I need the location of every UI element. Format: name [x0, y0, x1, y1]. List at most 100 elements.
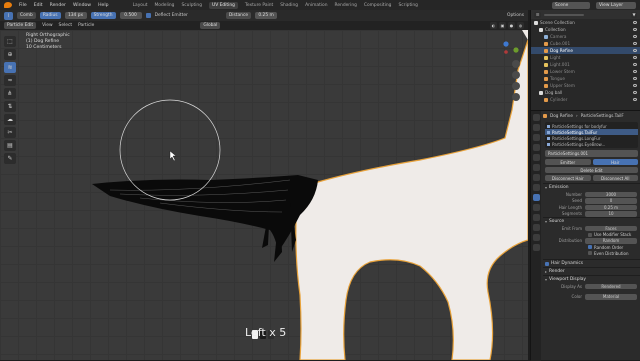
object-tab-icon[interactable]: [532, 174, 540, 181]
workspace-tab-layout[interactable]: Layout: [133, 3, 148, 8]
outliner-row[interactable]: Upper Stem: [531, 82, 640, 89]
viewport-display-section-header[interactable]: ▾ Viewport Display: [543, 275, 640, 283]
options-dropdown[interactable]: Options: [507, 13, 524, 18]
visibility-eye-icon[interactable]: [633, 77, 637, 80]
view-layer-tab-icon[interactable]: [532, 144, 540, 151]
distance-field[interactable]: 0.25 m: [255, 12, 278, 19]
add-brush-icon[interactable]: ⋔: [4, 88, 16, 99]
outliner-editor-icon[interactable]: ☰: [534, 11, 541, 18]
color-dropdown[interactable]: Material: [585, 294, 637, 300]
menu-help[interactable]: Help: [98, 3, 108, 8]
deflect-emitter-checkbox[interactable]: [145, 13, 151, 18]
cursor-tool-icon[interactable]: ⊕: [4, 49, 16, 60]
outliner-search-input[interactable]: [544, 13, 584, 16]
workspace-tab-shading[interactable]: Shading: [280, 3, 298, 8]
random-order-checkbox[interactable]: [588, 245, 592, 249]
strength-field[interactable]: 0.500: [119, 12, 142, 19]
outliner-row[interactable]: Dog Refine: [531, 47, 640, 54]
particle-settings-datablock[interactable]: ParticleSettings.001: [545, 150, 638, 157]
use-modifier-stack-checkbox[interactable]: [588, 232, 592, 237]
workspace-tab-scripting[interactable]: Scripting: [398, 3, 418, 8]
visibility-eye-icon[interactable]: [633, 70, 637, 73]
annotate-tool-icon[interactable]: ✎: [4, 153, 16, 164]
workspace-tab-texture-paint[interactable]: Texture Paint: [245, 3, 273, 8]
emission-field-value[interactable]: 3000: [585, 191, 637, 197]
cut-brush-icon[interactable]: ✂: [4, 127, 16, 138]
workspace-tab-modeling[interactable]: Modeling: [155, 3, 175, 8]
material-shading-icon[interactable]: ◍: [517, 22, 524, 29]
disconnect-all-button[interactable]: Disconnect All: [592, 175, 638, 181]
puff-brush-icon[interactable]: ☁: [4, 114, 16, 125]
outliner-row[interactable]: Lower Stem: [531, 68, 640, 75]
outliner-row[interactable]: Light.001: [531, 61, 640, 68]
display-as-dropdown[interactable]: Rendered: [585, 283, 637, 289]
emission-field-value[interactable]: 0: [585, 198, 637, 204]
workspace-tab-uv-editing[interactable]: UV Editing: [209, 1, 238, 9]
emission-field-value[interactable]: 0.25 m: [585, 204, 637, 210]
smooth-brush-icon[interactable]: ≈: [4, 75, 16, 86]
solid-shading-icon[interactable]: ●: [508, 22, 515, 29]
3d-viewport[interactable]: Right Orthographic (1) Dog Refine 10 Cen…: [0, 30, 528, 360]
emit-from-dropdown[interactable]: Faces: [585, 225, 637, 231]
outliner-row[interactable]: Cylinder: [531, 96, 640, 103]
material-tab-icon[interactable]: [532, 234, 540, 241]
menu-select[interactable]: Select: [59, 23, 73, 28]
outliner-row[interactable]: Collection: [531, 26, 640, 33]
workspace-tab-rendering[interactable]: Rendering: [334, 3, 356, 8]
outliner-row[interactable]: Scene Collection: [531, 19, 640, 26]
weight-brush-icon[interactable]: ▤: [4, 140, 16, 151]
emission-section-header[interactable]: ▾ Emission: [543, 183, 640, 191]
outliner-row[interactable]: Cube.001: [531, 40, 640, 47]
length-brush-icon[interactable]: ⇅: [4, 101, 16, 112]
physics-tab-icon[interactable]: [532, 204, 540, 211]
visibility-eye-icon[interactable]: [633, 49, 637, 52]
workspace-tab-sculpting[interactable]: Sculpting: [181, 3, 202, 8]
texture-tab-icon[interactable]: [532, 244, 540, 251]
menu-file[interactable]: File: [19, 3, 27, 8]
menu-window[interactable]: Window: [73, 3, 91, 8]
visibility-eye-icon[interactable]: [633, 91, 637, 94]
pivot-selector[interactable]: Global: [200, 22, 221, 29]
particles-tab-icon[interactable]: [532, 194, 540, 201]
visibility-eye-icon[interactable]: [633, 56, 637, 59]
menu-view[interactable]: View: [42, 23, 52, 28]
delete-edit-button[interactable]: Delete Edit: [545, 167, 638, 173]
hair-dynamics-checkbox[interactable]: [545, 261, 549, 266]
workspace-tab-animation[interactable]: Animation: [305, 3, 327, 8]
render-tab-icon[interactable]: [532, 124, 540, 131]
perspective-toggle-icon[interactable]: [512, 93, 520, 101]
scene-tab-icon[interactable]: [532, 154, 540, 161]
output-tab-icon[interactable]: [532, 134, 540, 141]
workspace-tab-compositing[interactable]: Compositing: [364, 3, 392, 8]
outliner-row[interactable]: Light: [531, 54, 640, 61]
even-distribution-checkbox[interactable]: [588, 251, 592, 255]
menu-render[interactable]: Render: [50, 3, 66, 8]
view-layer-selector[interactable]: View Layer: [596, 1, 636, 9]
visibility-eye-icon[interactable]: [633, 98, 637, 101]
outliner-row[interactable]: Camera: [531, 33, 640, 40]
filter-icon[interactable]: ▼: [631, 11, 637, 18]
comb-brush-icon[interactable]: ≋: [4, 62, 16, 73]
gizmo-y-axis[interactable]: [513, 47, 519, 53]
distribution-dropdown[interactable]: Random: [585, 238, 637, 244]
visibility-eye-icon[interactable]: [633, 84, 637, 87]
data-tab-icon[interactable]: [532, 224, 540, 231]
camera-view-icon[interactable]: [512, 82, 520, 90]
type-hair-button[interactable]: Hair: [592, 159, 638, 165]
radius-field[interactable]: 134 px: [64, 12, 87, 19]
menu-particle[interactable]: Particle: [78, 23, 94, 28]
outliner-row[interactable]: Tongue: [531, 75, 640, 82]
zoom-icon[interactable]: [512, 60, 520, 68]
hair-dynamics-section-header[interactable]: Hair Dynamics: [543, 259, 640, 267]
blender-logo-icon[interactable]: [4, 2, 12, 8]
gizmo-z-axis[interactable]: [503, 41, 509, 47]
scene-selector[interactable]: Scene: [552, 1, 590, 9]
constraints-tab-icon[interactable]: [532, 214, 540, 221]
emission-field-value[interactable]: 10: [585, 211, 637, 217]
visibility-eye-icon[interactable]: [633, 42, 637, 45]
visibility-eye-icon[interactable]: [633, 21, 637, 24]
navigation-gizmo[interactable]: [494, 34, 524, 114]
menu-edit[interactable]: Edit: [34, 3, 43, 8]
comb-tool-icon[interactable]: ⌇: [4, 11, 13, 20]
mode-selector[interactable]: Particle Edit: [4, 22, 37, 29]
